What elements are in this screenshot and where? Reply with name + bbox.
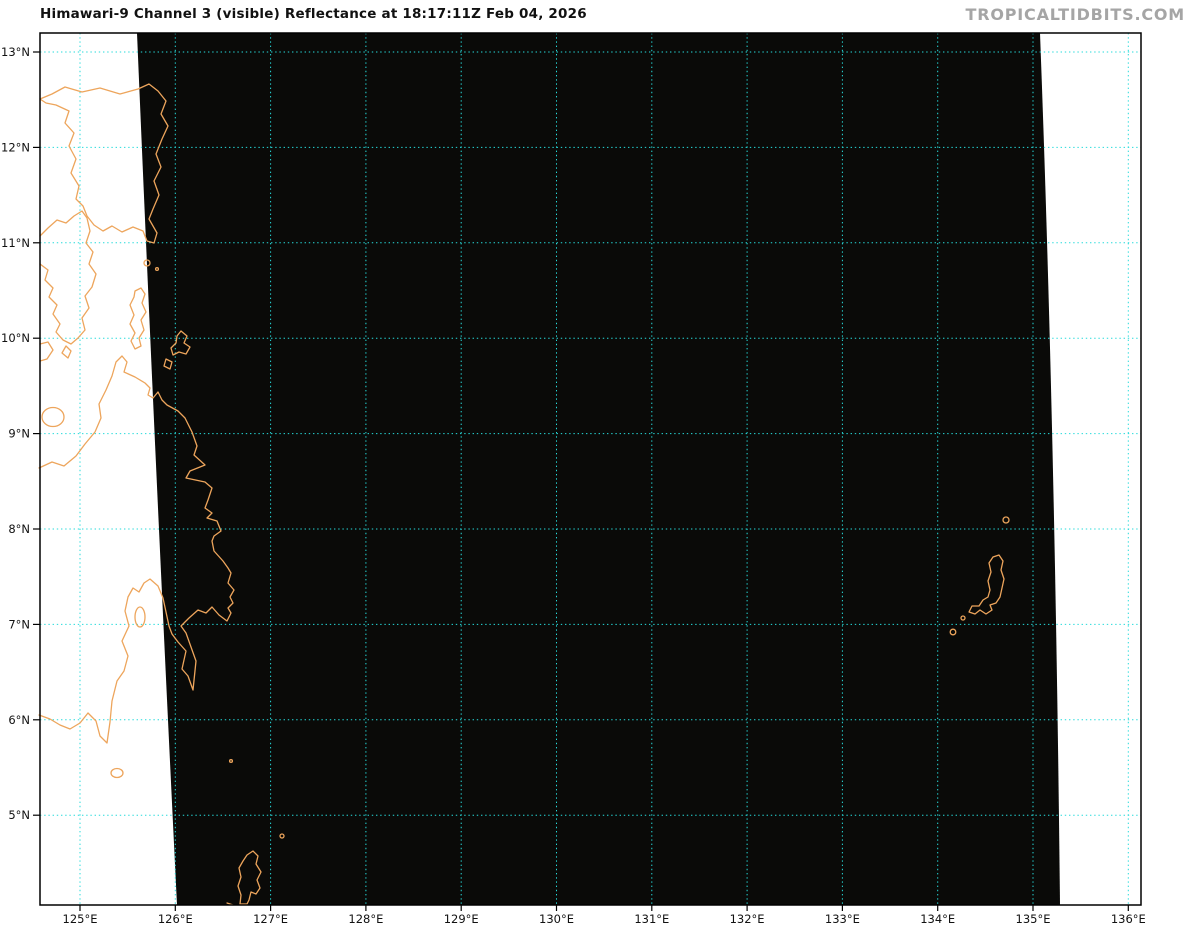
lon-tick-label: 125°E	[63, 912, 98, 926]
lon-tick-label: 129°E	[444, 912, 479, 926]
lat-tick-label: 12°N	[1, 140, 30, 154]
lat-tick-label: 10°N	[1, 331, 30, 345]
lon-tick-label: 130°E	[539, 912, 574, 926]
lon-tick-label: 128°E	[348, 912, 383, 926]
lat-tick-label: 13°N	[1, 45, 30, 59]
bohol-edge-coastline	[40, 342, 53, 361]
leyte-coastline	[40, 211, 96, 344]
lon-tick-label: 131°E	[634, 912, 669, 926]
lon-tick-label: 134°E	[920, 912, 955, 926]
map-plot: 125°E 126°E 127°E 128°E 129°E 130°E 131°E 132°E…	[0, 0, 1200, 929]
screenshot-root: Himawari-9 Channel 3 (visible) Reflectan…	[0, 0, 1200, 929]
lat-tick-label: 6°N	[8, 713, 30, 727]
lon-tick-label: 126°E	[158, 912, 193, 926]
samal-island	[135, 607, 145, 627]
lat-tick-label: 9°N	[8, 427, 30, 441]
lon-tick-label: 135°E	[1016, 912, 1051, 926]
lat-tick-label: 8°N	[8, 522, 30, 536]
lon-tick-label: 136°E	[1111, 912, 1146, 926]
dinagat-island	[130, 288, 146, 349]
lat-tick-label: 11°N	[1, 236, 30, 250]
lat-tick-label: 7°N	[8, 617, 30, 631]
satellite-swath	[137, 33, 1060, 905]
camiguin-island	[42, 408, 64, 427]
sarangani-islands	[111, 769, 123, 778]
lon-tick-label: 132°E	[730, 912, 765, 926]
lon-tick-label: 127°E	[253, 912, 288, 926]
lon-tick-label: 133°E	[825, 912, 860, 926]
lat-tick-label: 5°N	[8, 808, 30, 822]
panaon-island	[62, 346, 71, 358]
